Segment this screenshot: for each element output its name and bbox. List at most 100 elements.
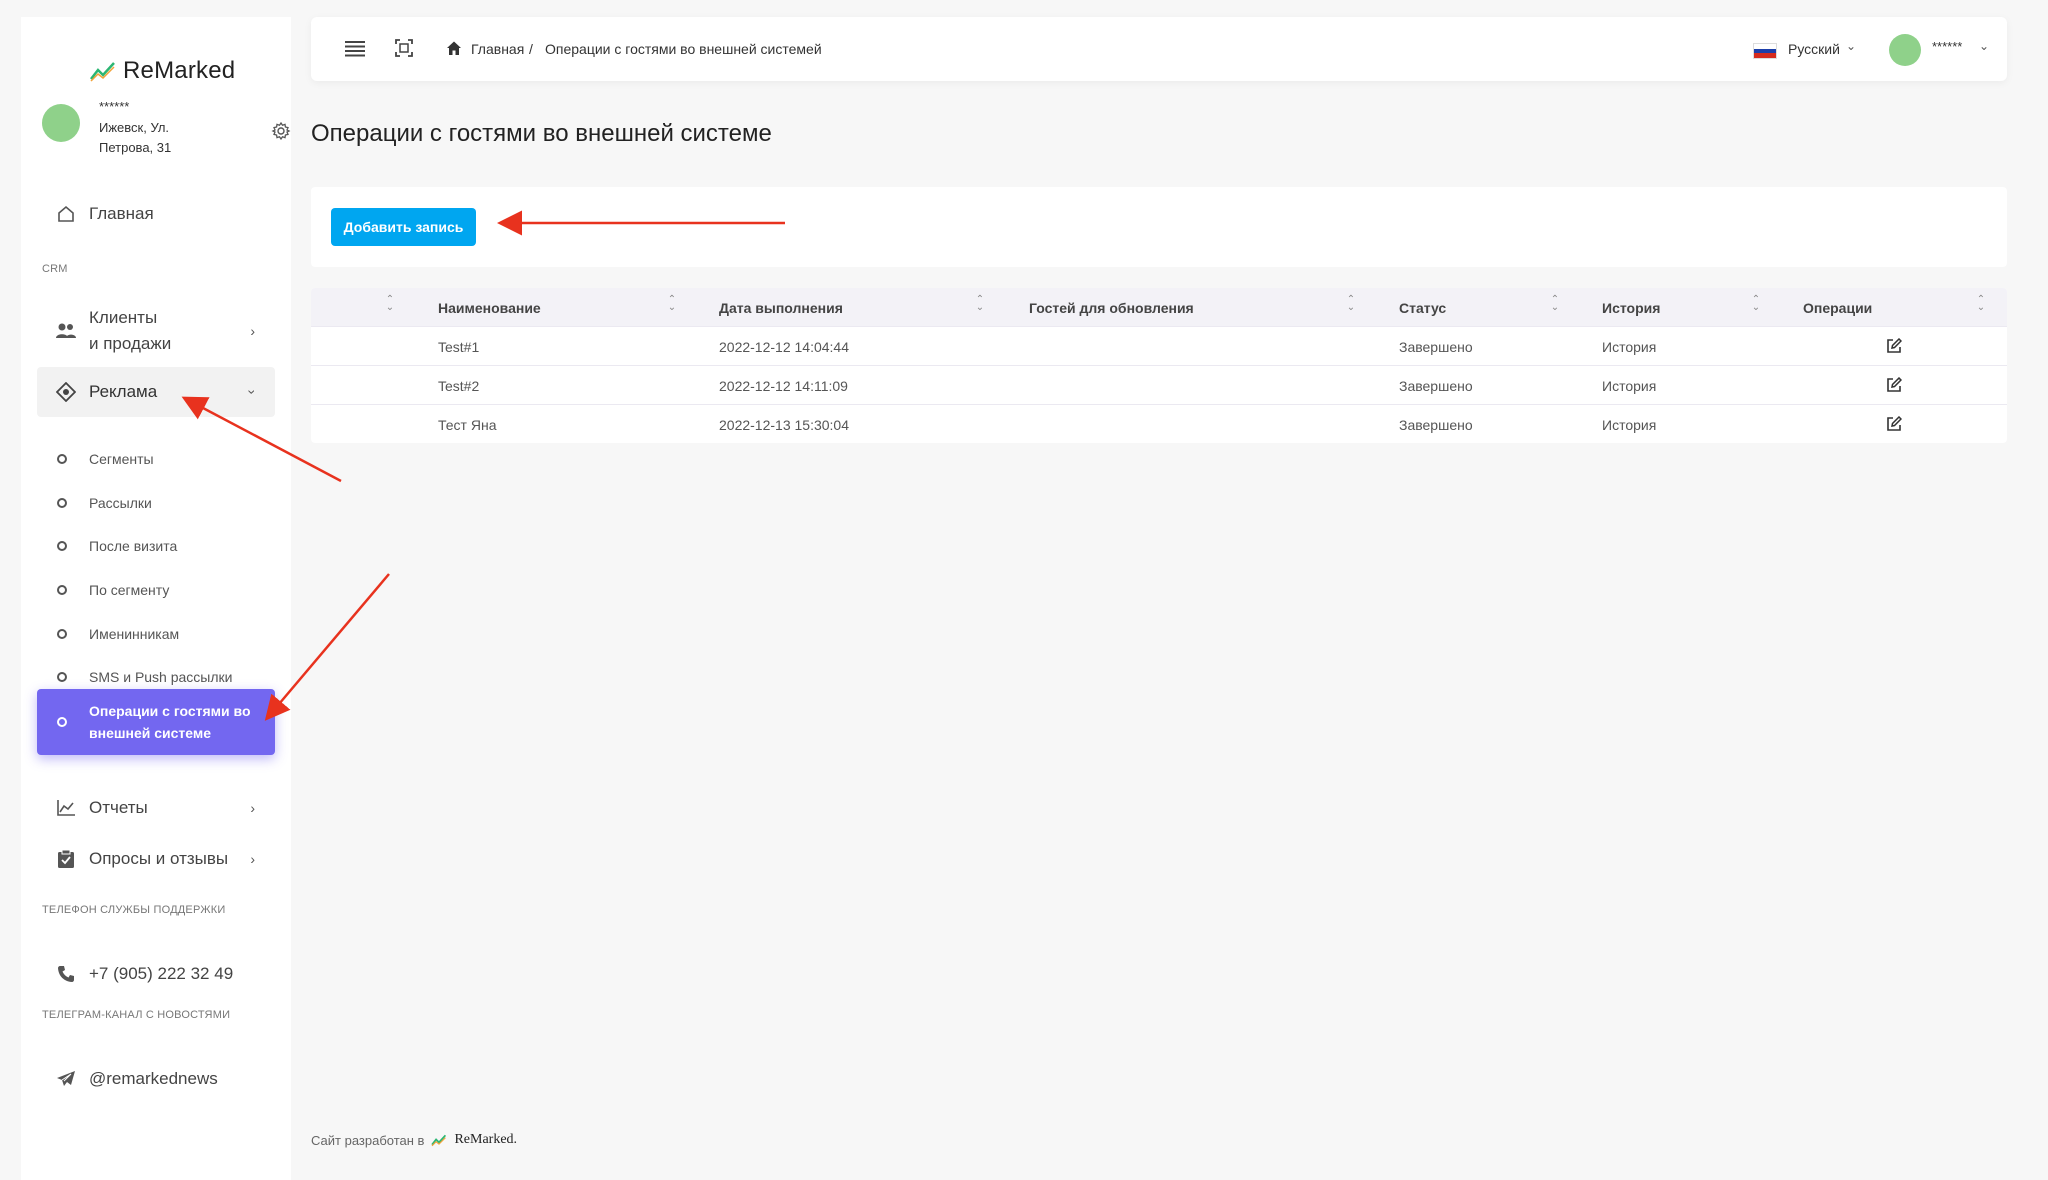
sidebar-subitem-mailings[interactable]: Рассылки [37,488,275,518]
cell-status: Завершено [1399,339,1473,355]
sort-icon[interactable]: ⌃ ⌄ [1751,295,1761,313]
breadcrumb-current: Операции с гостями во внешней системей [545,41,822,57]
support-phone: +7 (905) 222 32 49 [89,964,234,983]
sidebar-subitem-external-ops[interactable]: Операции с гостями во внешней системе [37,689,275,755]
cell-history-link[interactable]: История [1602,378,1656,394]
edit-icon[interactable] [1886,416,1902,432]
sidebar-item-label-line2: и продажи [89,334,172,353]
section-label-crm: CRM [42,263,68,275]
cell-name: Тест Яна [438,417,497,433]
menu-icon[interactable] [345,39,365,57]
circle-icon [57,717,67,727]
chevron-right-icon: › [250,800,255,816]
column-header-date[interactable]: Дата выполнения [719,300,843,316]
sidebar-subitem-by-segment[interactable]: По сегменту [37,575,275,605]
circle-icon [57,498,67,508]
breadcrumb-home[interactable]: Главная [471,41,524,57]
home-icon[interactable] [446,40,462,56]
logo[interactable]: ReMarked [89,51,235,91]
sidebar-subitem-segments[interactable]: Сегменты [37,444,275,474]
sidebar-subitem-after-visit[interactable]: После визита [37,531,275,561]
column-header-operations[interactable]: Операции [1803,300,1872,316]
sort-icon[interactable]: ⌃ ⌄ [1976,295,1986,313]
section-label-telegram: ТЕЛЕГРАМ-КАНАЛ С НОВОСТЯМИ [42,1009,231,1021]
sidebar-subitem-label: Именинникам [89,626,180,642]
sidebar-item-reports[interactable]: Отчеты › [37,789,275,827]
sidebar-subitem-label: По сегменту [89,582,170,598]
language-selector[interactable]: Русский [1788,41,1840,57]
circle-icon [57,585,67,595]
telegram-icon [55,1068,77,1090]
phone-icon [55,963,77,985]
fullscreen-icon[interactable] [395,39,413,57]
page-title: Операции с гостями во внешней системе [311,120,772,147]
sidebar-item-phone[interactable]: +7 (905) 222 32 49 [37,955,275,993]
column-header-guests[interactable]: Гостей для обновления [1029,300,1194,316]
breadcrumb-separator: / [529,41,533,57]
cell-history-link[interactable]: История [1602,417,1656,433]
russia-flag-icon[interactable] [1753,43,1777,59]
edit-icon[interactable] [1886,377,1902,393]
sidebar-item-surveys[interactable]: Опросы и отзывы › [37,840,275,878]
cell-status: Завершено [1399,417,1473,433]
add-record-button[interactable]: Добавить запись [331,208,476,246]
sidebar-subitem-label: Сегменты [89,451,154,467]
sort-icon[interactable]: ⌃ ⌄ [667,295,677,313]
sort-icon[interactable]: ⌃ ⌄ [385,295,395,313]
edit-icon[interactable] [1886,338,1902,354]
users-icon [55,320,77,342]
chart-line-icon [55,797,77,819]
profile-name: ****** [99,99,130,114]
logo-chart-icon [431,1134,447,1147]
circle-icon [57,541,67,551]
table-row: Test#2 2022-12-12 14:11:09 Завершено Ист… [311,365,2007,404]
sort-icon[interactable]: ⌃ ⌄ [1550,295,1560,313]
cell-name: Test#1 [438,339,480,355]
chevron-down-icon: › [244,389,261,395]
column-header-name[interactable]: Наименование [438,300,541,316]
sort-icon[interactable]: ⌃ ⌄ [975,295,985,313]
circle-icon [57,672,67,682]
column-header-status[interactable]: Статус [1399,300,1446,316]
avatar[interactable] [1889,34,1921,66]
chevron-down-icon[interactable]: ⌄ [1846,39,1856,53]
circle-icon [57,629,67,639]
annotation-arrows [181,210,785,721]
profile-address: Ижевск, Ул. Петрова, 31 [99,120,172,155]
user-name[interactable]: ****** [1932,39,1962,54]
sidebar: ReMarked ****** Ижевск, Ул. Петрова, 31 … [21,17,291,1180]
sidebar-subitem-label: SMS и Push рассылки [89,669,233,685]
sidebar-subitem-birthdays[interactable]: Именинникам [37,619,275,649]
logo-text: ReMarked [123,57,236,84]
action-card: Добавить запись [311,187,2007,267]
home-icon [55,203,77,225]
cell-date: 2022-12-12 14:04:44 [719,339,849,355]
sidebar-item-telegram[interactable]: @remarkednews [37,1060,275,1098]
chevron-right-icon: › [250,851,255,867]
sidebar-item-label: Отчеты [89,798,148,817]
sidebar-subitem-label: Операции с гостями во внешней системе [89,703,251,741]
cell-history-link[interactable]: История [1602,339,1656,355]
sidebar-item-ads[interactable]: Реклама › [37,367,275,417]
sidebar-subitem-label: Рассылки [89,495,152,511]
sidebar-subitem-sms-push[interactable]: SMS и Push рассылки [37,662,275,692]
chevron-down-icon[interactable]: ⌄ [1979,39,1989,53]
telegram-handle: @remarkednews [89,1069,218,1088]
footer-brand-link[interactable]: ReMarked. [454,1132,517,1148]
chevron-right-icon: › [250,323,255,339]
operations-table: ⌃ ⌄ Наименование ⌃ ⌄ Дата выполнения ⌃ ⌄ Го… [311,288,2007,443]
section-label-support: ТЕЛЕФОН СЛУЖБЫ ПОДДЕРЖКИ [42,904,226,916]
column-header-history[interactable]: История [1602,300,1660,316]
sort-icon[interactable]: ⌃ ⌄ [1346,295,1356,313]
footer: Сайт разработан в ReMarked. [311,1132,517,1148]
cell-date: 2022-12-13 15:30:04 [719,417,849,433]
logo-chart-icon [90,62,115,82]
sidebar-item-home[interactable]: Главная [37,195,275,233]
cell-date: 2022-12-12 14:11:09 [719,378,848,394]
table-row: Тест Яна 2022-12-13 15:30:04 Завершено И… [311,404,2007,443]
profile-block: ****** Ижевск, Ул. Петрова, 31 [42,99,291,179]
sidebar-item-clients[interactable]: Клиенты и продажи › [37,303,275,359]
gear-icon[interactable] [271,121,291,141]
sidebar-item-label: Опросы и отзывы [89,849,229,868]
avatar[interactable] [42,104,80,142]
